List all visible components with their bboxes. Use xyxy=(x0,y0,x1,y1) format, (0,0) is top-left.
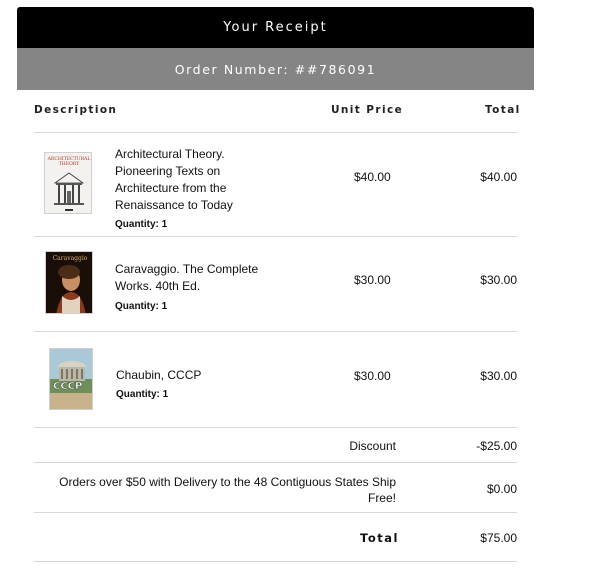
item-title-line: Works. 40th Ed. xyxy=(115,279,201,293)
item-title-line: Renaissance to Today xyxy=(115,198,233,212)
item-title-line: Pioneering Texts on xyxy=(115,164,221,178)
item-title-line: Caravaggio. The Complete xyxy=(115,262,259,276)
book-cover-image: Caravaggio xyxy=(45,251,93,314)
line-item: ARCHITECTURAL THEORY Architectural Theor… xyxy=(34,133,517,235)
shipping-label-line: Free! xyxy=(367,491,396,505)
item-title: Caravaggio. The Complete Works. 40th Ed. xyxy=(115,261,258,295)
item-title-line: Chaubin, CCCP xyxy=(116,368,202,382)
receipt-title: Your Receipt xyxy=(223,20,328,35)
item-title-line: Architecture from the xyxy=(115,181,227,195)
item-title: Chaubin, CCCP xyxy=(116,367,201,384)
receipt-header: Your Receipt xyxy=(17,7,534,48)
cover-title-line-2: THEORY xyxy=(59,161,81,167)
divider xyxy=(34,512,517,513)
column-header-description: Description xyxy=(34,104,118,116)
item-quantity: Quantity: 1 xyxy=(115,219,168,230)
shipping-label: Orders over $50 with Delivery to the 48 … xyxy=(59,474,396,506)
order-number: Order Number: ##786091 xyxy=(174,61,377,77)
shipping-label-line: Orders over $50 with Delivery to the 48 … xyxy=(59,475,396,489)
item-unit-price: $30.00 xyxy=(354,273,391,287)
book-cover-image: ARCHITECTURAL THEORY xyxy=(44,152,92,214)
item-quantity: Quantity: 1 xyxy=(116,389,169,400)
cover-title: CCCP xyxy=(53,381,82,392)
shipping-value: $0.00 xyxy=(486,482,517,496)
divider xyxy=(34,427,517,428)
total-label: Total xyxy=(360,531,399,545)
column-header-unit-price: Unit Price xyxy=(331,104,404,116)
cover-title: Caravaggio xyxy=(53,255,88,262)
item-title-line: Architectural Theory. xyxy=(115,147,225,161)
item-total: $30.00 xyxy=(480,369,517,383)
item-unit-price: $40.00 xyxy=(354,170,391,184)
discount-label: Discount xyxy=(349,439,396,453)
caravaggio-cover-art: Caravaggio xyxy=(46,252,92,313)
line-item: CCCP Chaubin, CCCP Quantity: 1 $30.00 $3… xyxy=(34,332,517,427)
item-total: $30.00 xyxy=(480,273,517,287)
cccp-cover-art: CCCP xyxy=(50,349,92,409)
discount-value: -$25.00 xyxy=(476,439,517,453)
item-quantity: Quantity: 1 xyxy=(115,301,168,312)
item-total: $40.00 xyxy=(480,170,517,184)
total-value: $75.00 xyxy=(480,531,517,545)
architecture-cover-art: ARCHITECTURAL THEORY xyxy=(45,153,91,213)
item-unit-price: $30.00 xyxy=(354,369,391,383)
order-number-bar: Order Number: ##786091 xyxy=(17,48,534,90)
line-item: Caravaggio Caravaggio. The Complete Work… xyxy=(34,237,517,331)
divider xyxy=(34,462,517,463)
column-header-total: Total xyxy=(485,104,521,116)
item-title: Architectural Theory. Pioneering Texts o… xyxy=(115,146,233,214)
divider xyxy=(34,561,517,562)
book-cover-image: CCCP xyxy=(49,348,93,410)
